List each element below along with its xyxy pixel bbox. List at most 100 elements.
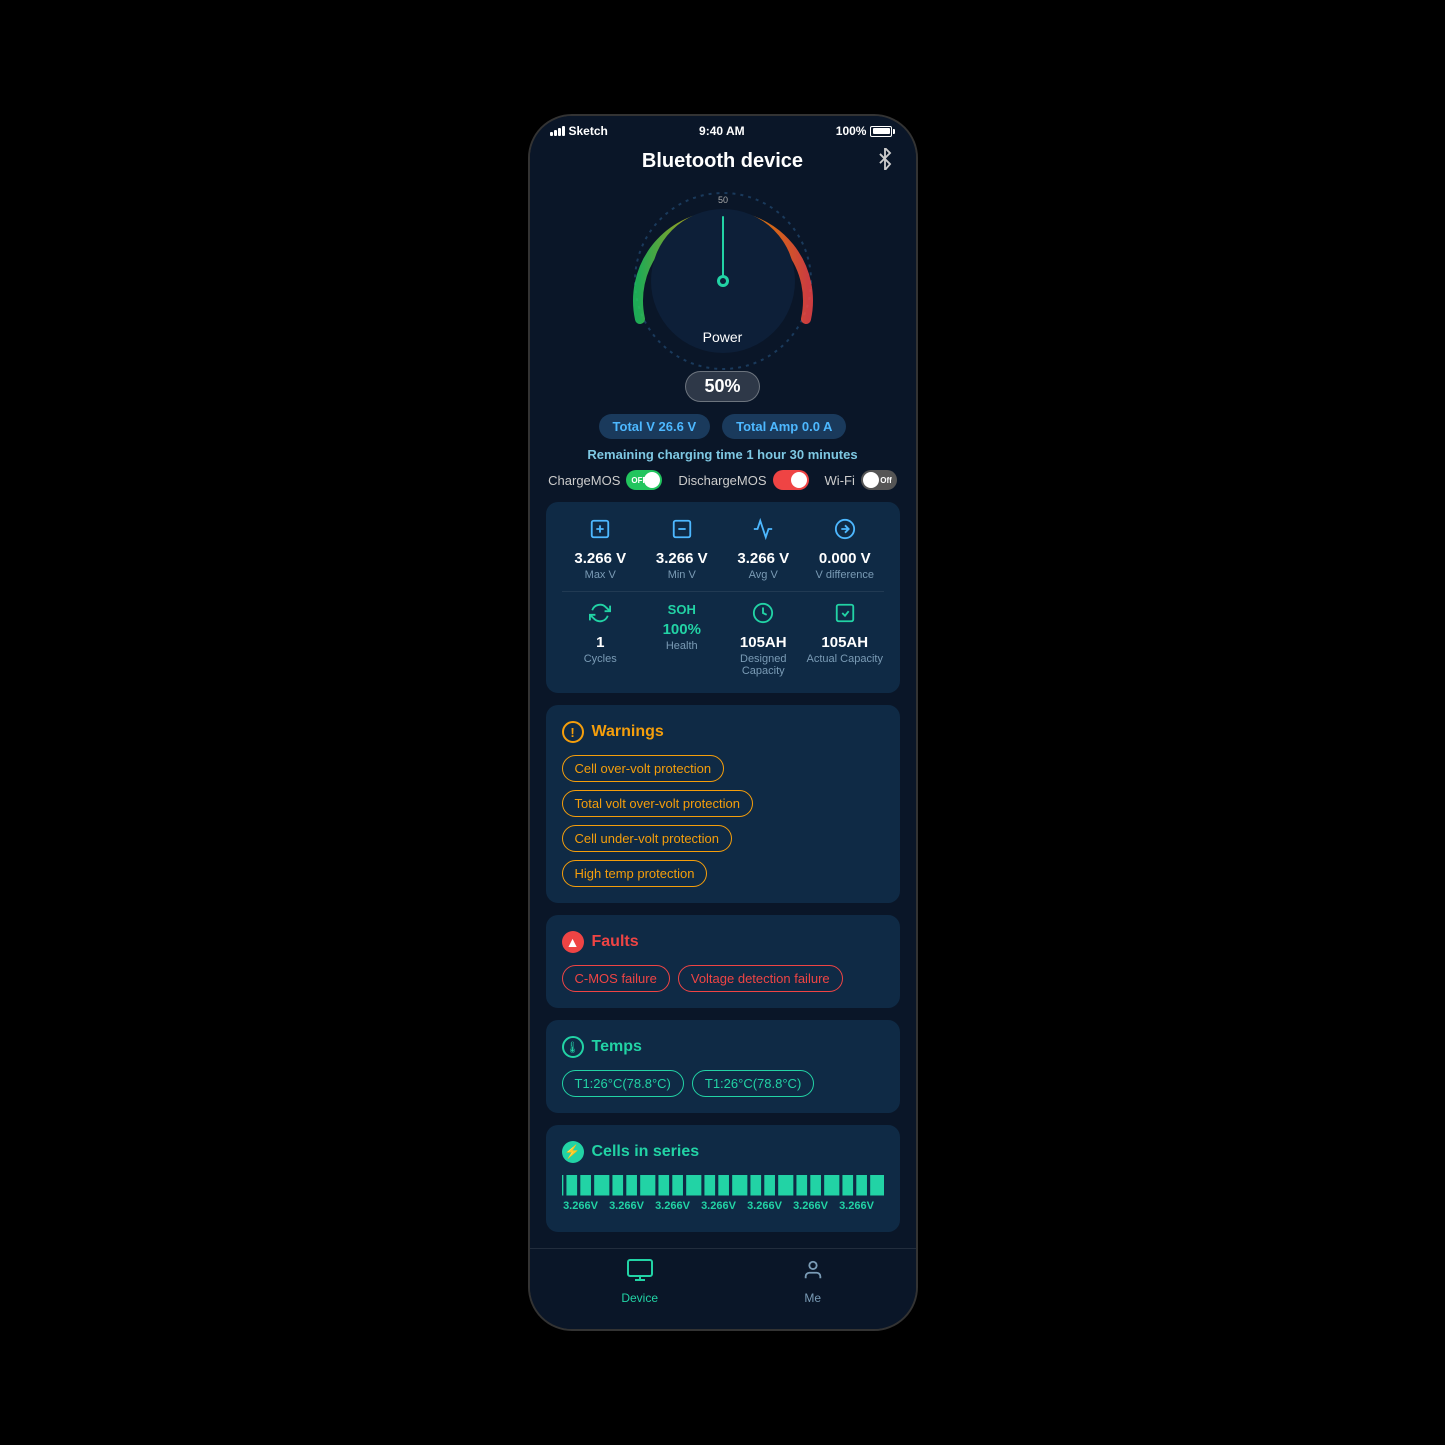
status-bar: Sketch 9:40 AM 100% [530, 116, 916, 142]
gauge-container: 50 Power 50% [546, 181, 900, 402]
max-v-icon [589, 518, 611, 546]
faults-tags: C-MOS failure Voltage detection failure [562, 965, 884, 992]
warning-tag-1: Total volt over-volt protection [562, 790, 753, 817]
wifi-knob [863, 472, 879, 488]
total-v-pill: Total V 26.6 V [599, 414, 711, 439]
content-area: 50 Power 50% Total V 26.6 V Total Amp 0.… [530, 181, 916, 1244]
temps-card: 🌡 Temps T1:26°C(78.8°C) T1:26°C(78.8°C) [546, 1020, 900, 1113]
cell-value-4: 3.266V [747, 1200, 782, 1212]
temps-title: Temps [592, 1038, 642, 1056]
health-value: 100% [663, 621, 701, 638]
discharge-mos-label: DischargeMOS [678, 473, 766, 488]
max-v-value: 3.266 V [574, 550, 626, 567]
cell-value-3: 3.266V [701, 1200, 736, 1212]
battery-icon [870, 126, 895, 137]
signal-bar-1 [550, 132, 553, 136]
cell-value-5: 3.266V [793, 1200, 828, 1212]
designed-cap-icon [752, 602, 774, 630]
battery-percent: 100% [836, 124, 867, 138]
cell-item-5: ▊▊▊▊ 3.266V [792, 1175, 830, 1212]
actual-cap-label: Actual Capacity [807, 653, 883, 665]
max-v-metric: 3.266 V Max V [562, 518, 640, 581]
metrics-divider [562, 591, 884, 592]
designed-cap-value: 105AH [740, 634, 787, 651]
metrics-card: 3.266 V Max V 3.266 V Min V 3.266 V Avg … [546, 502, 900, 693]
temp-icon: 🌡 [562, 1036, 584, 1058]
soh-icon: SOH [668, 602, 696, 617]
charge-mos-item: ChargeMOS OFF [548, 470, 662, 490]
mos-controls-row: ChargeMOS OFF DischargeMOS ON Wi-Fi Off [546, 470, 900, 490]
warnings-title: Warnings [592, 723, 664, 741]
cells-icon: ⚡ [562, 1141, 584, 1163]
fault-tag-0: C-MOS failure [562, 965, 670, 992]
cell-item-4: ▊▊▊▊ 3.266V [746, 1175, 784, 1212]
cells-header: ⚡ Cells in series [562, 1141, 884, 1163]
fault-icon: ▲ [562, 931, 584, 953]
charging-time-row: Remaining charging time 1 hour 30 minute… [546, 447, 900, 462]
avg-v-metric: 3.266 V Avg V [725, 518, 803, 581]
status-right: 100% [836, 124, 896, 138]
faults-title: Faults [592, 933, 639, 951]
warning-icon: ! [562, 721, 584, 743]
nav-item-me[interactable]: Me [802, 1259, 824, 1305]
max-v-label: Max V [585, 569, 616, 581]
discharge-mos-item: DischargeMOS ON [678, 470, 808, 490]
me-nav-icon [802, 1259, 824, 1287]
stats-row: Total V 26.6 V Total Amp 0.0 A [546, 414, 900, 439]
min-v-value: 3.266 V [656, 550, 708, 567]
actual-cap-value: 105AH [821, 634, 868, 651]
cell-item-3: ▊▊▊▊ 3.266V [700, 1175, 738, 1212]
nav-item-device[interactable]: Device [621, 1259, 658, 1305]
warning-tag-3: High temp protection [562, 860, 708, 887]
battery-fill [873, 128, 890, 134]
time-label: 9:40 AM [699, 124, 745, 138]
charge-mos-toggle-label: OFF [631, 476, 647, 485]
cell-value-0: 3.266V [563, 1200, 598, 1212]
battery-body [870, 126, 892, 137]
bluetooth-icon[interactable] [874, 148, 896, 176]
warnings-tags: Cell over-volt protection Total volt ove… [562, 755, 884, 887]
device-nav-label: Device [621, 1291, 658, 1305]
charge-mos-toggle[interactable]: OFF [626, 470, 662, 490]
total-v-label: Total V [613, 419, 655, 434]
wifi-toggle[interactable]: Off [861, 470, 897, 490]
signal-bar-2 [554, 130, 557, 136]
actual-cap-metric: 105AH Actual Capacity [806, 602, 884, 677]
cell-value-2: 3.266V [655, 1200, 690, 1212]
cycles-icon [589, 602, 611, 630]
wifi-toggle-label: Off [880, 476, 892, 485]
cycles-label: Cycles [584, 653, 617, 665]
health-metric: SOH 100% Health [643, 602, 721, 677]
cells-row: ▊▊▊▊ 3.266V ▊▊▊▊ 3.266V ▊▊▊▊ 3.266V ▊▊▊▊… [562, 1175, 884, 1216]
cell-icon-7: ▊▊▊▊ [875, 1175, 884, 1196]
gauge-svg-wrapper: 50 Power [623, 181, 823, 381]
gauge-svg: 50 [623, 181, 823, 381]
v-diff-metric: 0.000 V V difference [806, 518, 884, 581]
fault-tag-1: Voltage detection failure [678, 965, 843, 992]
signal-bar-4 [562, 126, 565, 136]
cell-value-6: 3.266V [839, 1200, 874, 1212]
min-v-label: Min V [668, 569, 696, 581]
me-nav-label: Me [804, 1291, 821, 1305]
wifi-label: Wi-Fi [825, 473, 855, 488]
charging-time-value: 1 hour 30 minutes [746, 447, 857, 462]
signal-bars [550, 126, 565, 136]
min-v-metric: 3.266 V Min V [643, 518, 721, 581]
avg-v-value: 3.266 V [737, 550, 789, 567]
gauge-label: Power [703, 329, 743, 345]
metrics-grid: 3.266 V Max V 3.266 V Min V 3.266 V Avg … [562, 518, 884, 581]
wifi-item: Wi-Fi Off [825, 470, 897, 490]
v-diff-icon [834, 518, 856, 546]
warning-tag-2: Cell under-volt protection [562, 825, 733, 852]
actual-cap-icon [834, 602, 856, 630]
total-amp-value: 0.0 A [802, 419, 833, 434]
phone-frame: Sketch 9:40 AM 100% Bluetooth device [528, 114, 918, 1331]
discharge-mos-toggle[interactable]: ON [773, 470, 809, 490]
battery-tip [893, 129, 895, 134]
avg-v-label: Avg V [749, 569, 778, 581]
temps-tags: T1:26°C(78.8°C) T1:26°C(78.8°C) [562, 1070, 884, 1097]
svg-text:50: 50 [717, 195, 727, 205]
cycles-metric: 1 Cycles [562, 602, 640, 677]
cell-item-0: ▊▊▊▊ 3.266V [562, 1175, 600, 1212]
avg-v-icon [752, 518, 774, 546]
